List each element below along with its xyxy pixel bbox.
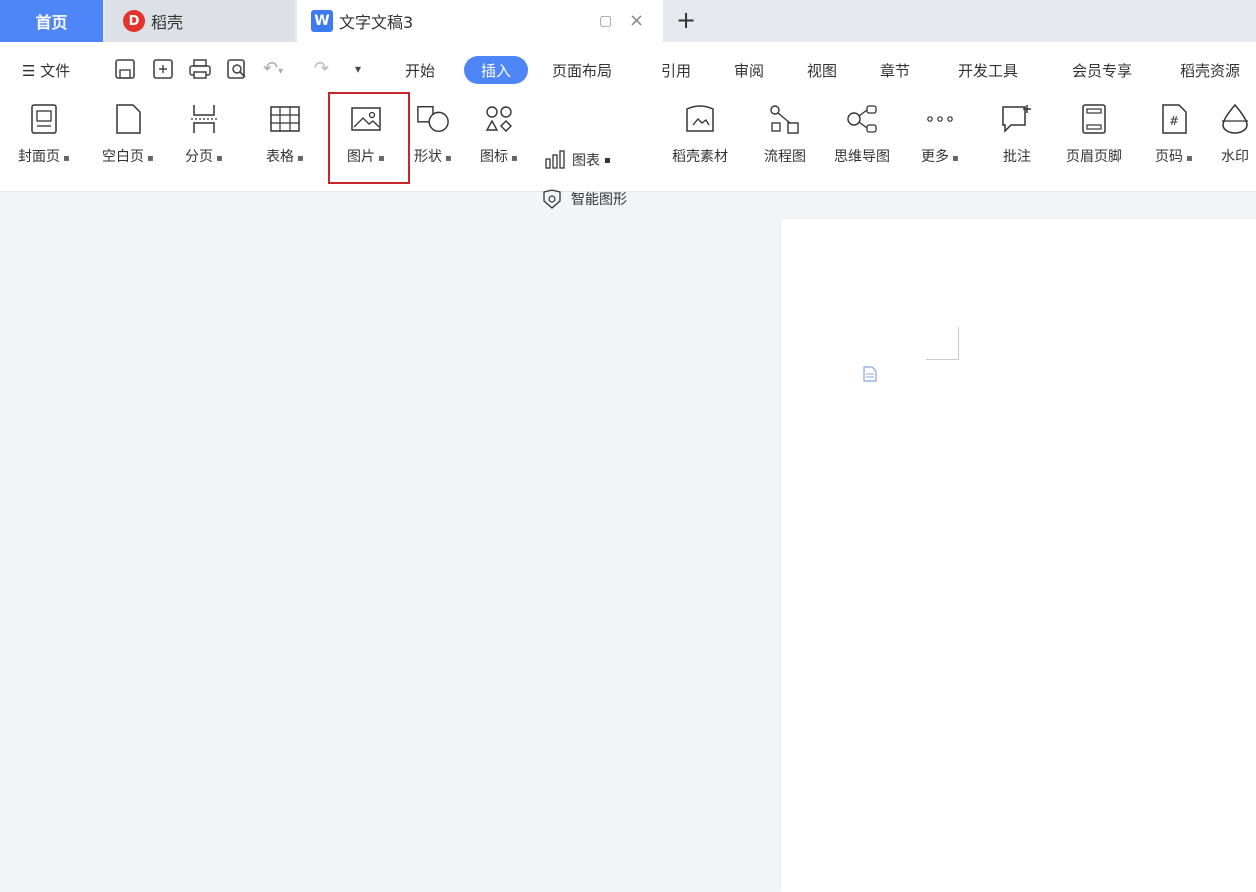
watermark-icon [1218, 102, 1252, 136]
menu-tab-review[interactable]: 审阅 [734, 60, 764, 81]
icon-label: 图标 [480, 149, 508, 165]
cover-page-label: 封面页 [18, 149, 60, 165]
comment-label: 批注 [1003, 149, 1031, 165]
page-number-icon: # [1157, 102, 1191, 136]
margin-corner-mark [926, 327, 959, 360]
tab-document-label: 文字文稿3 [339, 13, 414, 32]
docer-material-tool[interactable]: 稻壳素材 [672, 102, 728, 166]
tab-docer-label: 稻壳 [151, 13, 184, 32]
flowchart-label: 流程图 [764, 149, 806, 165]
svg-text:#: # [1169, 114, 1179, 128]
menu-tab-member[interactable]: 会员专享 [1072, 60, 1132, 81]
writer-logo-icon: W [311, 10, 333, 32]
watermark-tool[interactable]: 水印 [1218, 102, 1252, 166]
flowchart-icon [768, 102, 802, 136]
more-quick-icon[interactable]: ▾ [355, 62, 361, 76]
file-menu[interactable]: ☰ 文件 [22, 60, 70, 81]
comment-tool[interactable]: 批注 [1000, 102, 1034, 166]
mindmap-label: 思维导图 [834, 149, 890, 165]
ribbon: ☰ 文件 ↶▾ ↷ ▾ 开始 插入 页面布局 引用 审阅 视图 章节 开发工具 … [0, 42, 1256, 209]
table-tool[interactable]: 表格 ▪ [266, 102, 304, 166]
header-footer-tool[interactable]: 页眉页脚 [1066, 102, 1122, 166]
paragraph-layout-icon[interactable] [861, 365, 879, 386]
tab-home-label: 首页 [35, 13, 68, 32]
more-tool[interactable]: 更多 ▪ [921, 102, 959, 166]
flowchart-tool[interactable]: 流程图 [764, 102, 806, 166]
menu-tab-section[interactable]: 章节 [880, 60, 910, 81]
menu-tab-references[interactable]: 引用 [661, 60, 691, 81]
page-number-label: 页码 [1155, 149, 1183, 165]
picture-highlight-box [328, 92, 410, 184]
save-icon[interactable] [114, 58, 136, 85]
new-tab-button[interactable]: + [676, 6, 696, 34]
menu-tab-insert[interactable]: 插入 [464, 56, 528, 84]
mindmap-tool[interactable]: 思维导图 [834, 102, 890, 166]
smart-graphic-tool[interactable]: 智能图形 [541, 188, 627, 210]
shape-tool[interactable]: 形状 ▪ [414, 102, 452, 166]
blank-page-label: 空白页 [102, 149, 144, 165]
document-page[interactable] [781, 219, 1256, 892]
page-break-icon [187, 102, 221, 136]
file-menu-label: 文件 [40, 62, 71, 80]
tab-docer[interactable]: D 稻壳 [105, 0, 295, 42]
print-icon[interactable] [188, 58, 212, 85]
watermark-label: 水印 [1221, 149, 1249, 165]
cover-page-icon [27, 102, 61, 136]
close-icon[interactable]: × [629, 10, 644, 31]
chart-icon [545, 150, 565, 169]
docer-logo-icon: D [123, 10, 145, 32]
header-footer-icon [1077, 102, 1111, 136]
more-label: 更多 [921, 149, 949, 165]
icons-icon [482, 102, 516, 136]
table-label: 表格 [266, 149, 294, 165]
cover-page-tool[interactable]: 封面页 ▪ [18, 102, 70, 166]
header-footer-label: 页眉页脚 [1066, 149, 1122, 165]
icon-tool[interactable]: 图标 ▪ [480, 102, 518, 166]
smart-graphic-icon [543, 189, 561, 209]
tab-document[interactable]: W 文字文稿3 ▢ × [297, 0, 663, 42]
menu-tab-start[interactable]: 开始 [405, 60, 435, 81]
smart-graphic-label: 智能图形 [571, 192, 627, 208]
pin-icon[interactable]: ▢ [599, 13, 612, 29]
menu-tab-docer-resources[interactable]: 稻壳资源 [1180, 60, 1240, 81]
chart-label: 图表 [572, 153, 600, 169]
title-tab-bar: 首页 D 稻壳 W 文字文稿3 ▢ × + [0, 0, 1256, 42]
more-dots-icon [923, 102, 957, 136]
shape-label: 形状 [414, 149, 442, 165]
redo-icon[interactable]: ↷ [314, 58, 329, 79]
menu-tab-developer[interactable]: 开发工具 [958, 60, 1018, 81]
menu-tab-view[interactable]: 视图 [807, 60, 837, 81]
page-number-tool[interactable]: # 页码 ▪ [1155, 102, 1193, 166]
tab-home[interactable]: 首页 [0, 0, 103, 42]
blank-page-icon [111, 102, 145, 136]
blank-page-tool[interactable]: 空白页 ▪ [102, 102, 154, 166]
page-break-label: 分页 [185, 149, 213, 165]
shape-icon [416, 102, 450, 136]
preview-icon[interactable] [226, 58, 248, 85]
undo-icon[interactable]: ↶▾ [263, 58, 283, 79]
page-break-tool[interactable]: 分页 ▪ [185, 102, 223, 166]
menu-row: ☰ 文件 ↶▾ ↷ ▾ 开始 插入 页面布局 引用 审阅 视图 章节 开发工具 … [0, 42, 1256, 97]
chart-tool[interactable]: 图表 ▪ [544, 150, 611, 170]
comment-icon [1000, 102, 1034, 136]
menu-tab-page-layout[interactable]: 页面布局 [552, 60, 612, 81]
table-icon [268, 102, 302, 136]
material-icon [683, 102, 717, 136]
mindmap-icon [845, 102, 879, 136]
export-icon[interactable] [152, 58, 174, 85]
docer-material-label: 稻壳素材 [672, 149, 728, 165]
